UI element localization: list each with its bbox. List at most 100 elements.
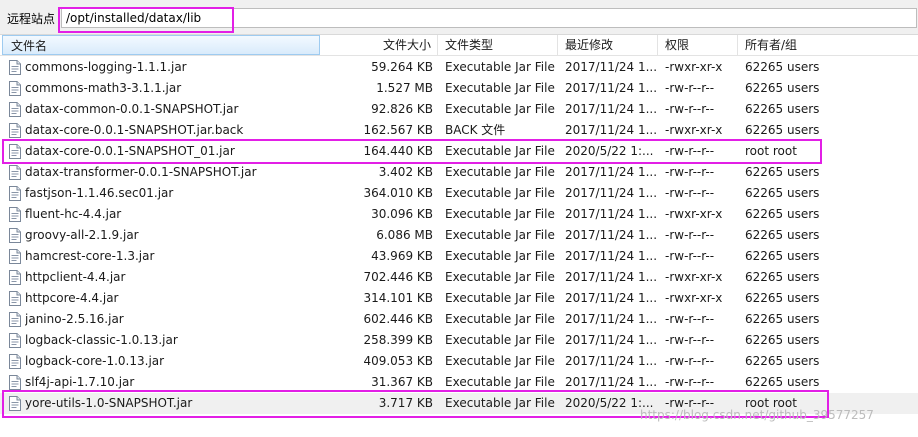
file-row[interactable]: janino-2.5.16.jar 602.446 KB Executable Ja…: [0, 309, 918, 330]
file-permissions: -rwxr-xr-x: [665, 60, 723, 74]
file-permissions: -rwxr-xr-x: [665, 270, 723, 284]
jar-file-icon: [9, 396, 21, 411]
file-row[interactable]: commons-logging-1.1.1.jar 59.264 KB Execut…: [0, 57, 918, 78]
file-permissions: -rw-r--r--: [665, 375, 715, 389]
remote-site-label: 远程站点: [7, 12, 56, 26]
column-header-size[interactable]: 文件大小: [320, 35, 438, 55]
jar-file-icon: [9, 270, 21, 285]
jar-file-icon: [9, 123, 21, 138]
file-row[interactable]: datax-core-0.0.1-SNAPSHOT_01.jar 164.440 …: [0, 141, 918, 162]
file-row[interactable]: httpclient-4.4.jar 702.446 KB Executable J…: [0, 267, 918, 288]
file-row[interactable]: logback-core-1.0.13.jar 409.053 KB Executa…: [0, 351, 918, 372]
file-modified: 2017/11/24 1...: [565, 354, 657, 368]
file-row[interactable]: datax-transformer-0.0.1-SNAPSHOT.jar 3.40…: [0, 162, 918, 183]
file-modified: 2017/11/24 1...: [565, 249, 657, 263]
file-type: Executable Jar File: [445, 354, 555, 368]
file-modified: 2017/11/24 1...: [565, 333, 657, 347]
file-name: datax-core-0.0.1-SNAPSHOT.jar.back: [25, 123, 244, 137]
file-modified: 2017/11/24 1...: [565, 312, 657, 326]
jar-file-icon: [9, 102, 21, 117]
file-name: datax-common-0.0.1-SNAPSHOT.jar: [25, 102, 239, 116]
file-name: commons-logging-1.1.1.jar: [25, 60, 187, 74]
file-size: 702.446 KB: [363, 270, 433, 284]
file-modified: 2017/11/24 1...: [565, 165, 657, 179]
file-row[interactable]: fastjson-1.1.46.sec01.jar 364.010 KB Execu…: [0, 183, 918, 204]
file-owner: 62265 users: [745, 354, 820, 368]
file-row[interactable]: logback-classic-1.0.13.jar 258.399 KB Exec…: [0, 330, 918, 351]
column-header-type[interactable]: 文件类型: [438, 35, 558, 55]
jar-file-icon: [9, 354, 21, 369]
jar-file-icon: [9, 249, 21, 264]
column-header-modified[interactable]: 最近修改: [558, 35, 658, 55]
file-name: httpclient-4.4.jar: [25, 270, 126, 284]
file-owner: 62265 users: [745, 312, 820, 326]
jar-file-icon: [9, 333, 21, 348]
jar-file-icon: [9, 375, 21, 390]
file-name: fluent-hc-4.4.jar: [25, 207, 122, 221]
file-modified: 2017/11/24 1...: [565, 102, 657, 116]
file-row[interactable]: hamcrest-core-1.3.jar 43.969 KB Executable…: [0, 246, 918, 267]
file-row[interactable]: groovy-all-2.1.9.jar 6.086 MB Executable J…: [0, 225, 918, 246]
file-modified: 2017/11/24 1...: [565, 60, 657, 74]
file-type: Executable Jar File: [445, 333, 555, 347]
file-size: 602.446 KB: [363, 312, 433, 326]
file-size: 409.053 KB: [363, 354, 433, 368]
file-owner: root root: [745, 144, 797, 158]
file-row[interactable]: datax-common-0.0.1-SNAPSHOT.jar 92.826 KB…: [0, 99, 918, 120]
column-header-name[interactable]: 文件名: [2, 35, 320, 55]
jar-file-icon: [9, 291, 21, 306]
file-name: yore-utils-1.0-SNAPSHOT.jar: [25, 396, 193, 410]
file-name: hamcrest-core-1.3.jar: [25, 249, 155, 263]
file-owner: 62265 users: [745, 270, 820, 284]
file-owner: 62265 users: [745, 375, 820, 389]
file-modified: 2017/11/24 1...: [565, 228, 657, 242]
file-owner: 62265 users: [745, 291, 820, 305]
file-permissions: -rw-r--r--: [665, 312, 715, 326]
file-type: Executable Jar File: [445, 291, 555, 305]
file-permissions: -rw-r--r--: [665, 354, 715, 368]
file-permissions: -rw-r--r--: [665, 186, 715, 200]
file-modified: 2020/5/22 1:...: [565, 144, 654, 158]
file-row[interactable]: datax-core-0.0.1-SNAPSHOT.jar.back 162.56…: [0, 120, 918, 141]
file-name: logback-core-1.0.13.jar: [25, 354, 165, 368]
file-permissions: -rw-r--r--: [665, 333, 715, 347]
file-owner: 62265 users: [745, 333, 820, 347]
file-size: 164.440 KB: [363, 144, 433, 158]
file-type: Executable Jar File: [445, 102, 555, 116]
file-size: 3.402 KB: [378, 165, 433, 179]
file-owner: 62265 users: [745, 81, 820, 95]
jar-file-icon: [9, 312, 21, 327]
file-row[interactable]: httpcore-4.4.jar 314.101 KB Executable Jar…: [0, 288, 918, 309]
jar-file-icon: [9, 165, 21, 180]
file-permissions: -rw-r--r--: [665, 165, 715, 179]
file-owner: 62265 users: [745, 228, 820, 242]
file-type: BACK 文件: [445, 123, 506, 137]
file-name: janino-2.5.16.jar: [25, 312, 124, 326]
file-name: fastjson-1.1.46.sec01.jar: [25, 186, 174, 200]
file-permissions: -rw-r--r--: [665, 102, 715, 116]
file-type: Executable Jar File: [445, 60, 555, 74]
file-row[interactable]: fluent-hc-4.4.jar 30.096 KB Executable Jar…: [0, 204, 918, 225]
file-size: 162.567 KB: [363, 123, 433, 137]
watermark: https://blog.csdn.net/github_39577257: [640, 408, 874, 422]
file-row[interactable]: slf4j-api-1.7.10.jar 31.367 KB Executable …: [0, 372, 918, 393]
file-owner: 62265 users: [745, 102, 820, 116]
column-header-permissions[interactable]: 权限: [658, 35, 738, 55]
jar-file-icon: [9, 60, 21, 75]
file-size: 6.086 MB: [376, 228, 433, 242]
jar-file-icon: [9, 228, 21, 243]
file-size: 314.101 KB: [363, 291, 433, 305]
file-owner: 62265 users: [745, 249, 820, 263]
file-type: Executable Jar File: [445, 270, 555, 284]
file-modified: 2017/11/24 1...: [565, 81, 657, 95]
jar-file-icon: [9, 186, 21, 201]
file-modified: 2017/11/24 1...: [565, 207, 657, 221]
file-size: 30.096 KB: [371, 207, 433, 221]
column-header-owner[interactable]: 所有者/组: [738, 35, 918, 55]
file-owner: 62265 users: [745, 186, 820, 200]
file-list: commons-logging-1.1.1.jar 59.264 KB Execut…: [0, 57, 918, 414]
jar-file-icon: [9, 81, 21, 96]
file-name: commons-math3-3.1.1.jar: [25, 81, 182, 95]
file-row[interactable]: commons-math3-3.1.1.jar 1.527 MB Executabl…: [0, 78, 918, 99]
file-name: slf4j-api-1.7.10.jar: [25, 375, 135, 389]
